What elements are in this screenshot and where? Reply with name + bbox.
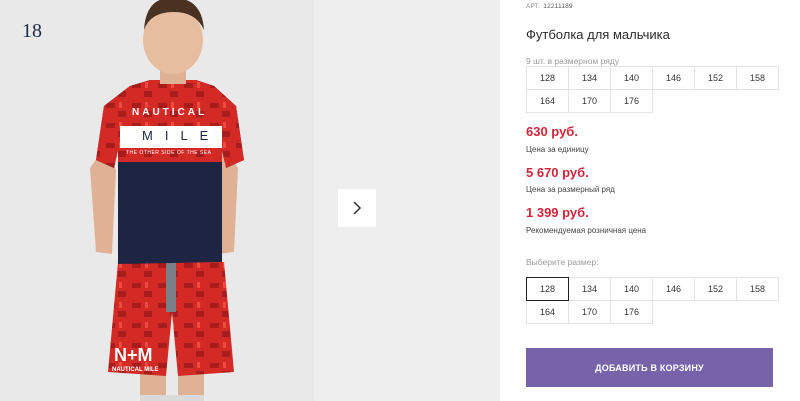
size-option[interactable]: 152 xyxy=(694,277,737,301)
product-title: Футболка для мальчика xyxy=(526,27,670,42)
article-label: АРТ. xyxy=(526,3,541,10)
size-option[interactable]: 170 xyxy=(568,300,611,324)
product-photo[interactable]: 18 NAUTICAL MILE THE OTHER SIDE OF THE S… xyxy=(0,0,314,401)
row-size-cell: 128 xyxy=(526,66,569,90)
unit-price: 630 руб. xyxy=(526,124,578,139)
unit-price-note: Цена за единицу xyxy=(526,145,589,154)
retail-price: 1 399 руб. xyxy=(526,205,589,220)
size-option[interactable]: 164 xyxy=(526,300,569,324)
size-row-grid: 128 134 140 146 152 158 164 170 176 xyxy=(526,66,779,113)
photo-number: 18 xyxy=(22,20,42,42)
shorts-logo: N+M xyxy=(114,345,153,365)
pieces-in-row-label: 9 шт. в размерном ряду xyxy=(526,56,620,66)
size-row-price: 5 670 руб. xyxy=(526,165,589,180)
product-page: 18 NAUTICAL MILE THE OTHER SIDE OF THE S… xyxy=(0,0,800,401)
row-size-cell: 170 xyxy=(568,89,611,113)
row-size-cell: 152 xyxy=(694,66,737,90)
gallery-next-button[interactable] xyxy=(338,189,376,227)
size-option[interactable]: 134 xyxy=(568,277,611,301)
select-size-label: Выберите размер: xyxy=(526,257,599,267)
article-number: АРТ. 12211189 xyxy=(526,3,573,10)
row-size-cell: 134 xyxy=(568,66,611,90)
shorts-text: NAUTICAL MILE xyxy=(112,367,159,373)
boy-illustration xyxy=(90,0,244,401)
row-size-cell: 146 xyxy=(652,66,695,90)
article-value: 12211189 xyxy=(543,3,573,10)
chevron-right-icon xyxy=(353,201,362,215)
add-to-cart-button[interactable]: ДОБАВИТЬ В КОРЗИНУ xyxy=(526,348,773,387)
product-details: АРТ. 12211189 Футболка для мальчика 9 шт.… xyxy=(526,0,786,401)
row-size-cell: 158 xyxy=(736,66,779,90)
row-size-cell: 164 xyxy=(526,89,569,113)
shirt-print-top: NAUTICAL xyxy=(132,107,208,118)
row-size-cell: 176 xyxy=(610,89,653,113)
size-option-selected[interactable]: 128 xyxy=(526,277,569,301)
shirt-print-subtext: THE OTHER SIDE OF THE SEA xyxy=(126,150,212,156)
row-size-cell: 140 xyxy=(610,66,653,90)
size-selector: 128 134 140 146 152 158 164 170 176 xyxy=(526,277,779,324)
size-option[interactable]: 146 xyxy=(652,277,695,301)
size-option[interactable]: 176 xyxy=(610,300,653,324)
size-option[interactable]: 140 xyxy=(610,277,653,301)
retail-price-note: Рекомендуемая розничная цена xyxy=(526,226,647,235)
size-row-price-note: Цена за размерный ряд xyxy=(526,185,615,194)
shirt-print-band: MILE xyxy=(142,128,221,143)
size-option[interactable]: 158 xyxy=(736,277,779,301)
product-gallery: 18 NAUTICAL MILE THE OTHER SIDE OF THE S… xyxy=(0,0,500,401)
